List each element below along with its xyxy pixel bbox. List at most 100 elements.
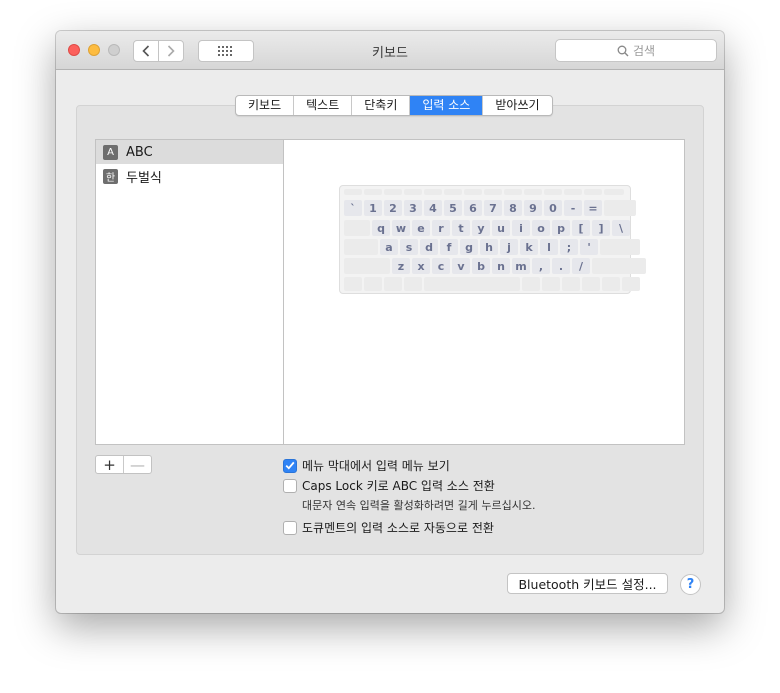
list-item-label: 두벌식 <box>126 170 162 186</box>
keyboard-key: [ <box>572 220 590 236</box>
bluetooth-keyboard-setup-button[interactable]: Bluetooth 키보드 설정... <box>507 573 668 594</box>
keyboard-key: r <box>432 220 450 236</box>
keyboard-key: a <box>380 239 398 255</box>
keyboard-key: ` <box>344 200 362 216</box>
keyboard-blank-key <box>344 220 370 236</box>
keyboard-blank-key <box>544 189 562 195</box>
auto-switch-option[interactable]: 도큐멘트의 입력 소스로 자동으로 전환 <box>283 519 494 536</box>
keyboard-blank-key <box>344 239 378 255</box>
search-icon <box>617 45 629 56</box>
keyboard-blank-key <box>344 189 362 195</box>
add-source-button[interactable]: + <box>96 456 124 474</box>
keyboard-blank-key <box>504 189 522 195</box>
caps-lock-hint: 대문자 연속 입력을 활성화하려면 길게 누르십시오. <box>302 499 536 512</box>
keyboard-blank-key <box>424 277 520 291</box>
keyboard-preview: ` 1 2 3 4 5 6 7 8 9 0- = q w e r t y u i o p[] \ a s d f g h j k l; ' … <box>283 139 685 445</box>
tab-bar: 키보드 텍스트 단축키 입력 소스 받아쓰기 <box>235 95 553 116</box>
keyboard-key: x <box>412 258 430 274</box>
keyboard-key: b <box>472 258 490 274</box>
keyboard-blank-key <box>592 258 646 274</box>
auto-switch-label: 도큐멘트의 입력 소스로 자동으로 전환 <box>302 521 494 535</box>
keyboard-blank-key <box>564 189 582 195</box>
keyboard-key: e <box>412 220 430 236</box>
keyboard-blank-key <box>364 189 382 195</box>
keyboard-key: 7 <box>484 200 502 216</box>
caps-lock-option[interactable]: Caps Lock 키로 ABC 입력 소스 전환 <box>283 477 495 494</box>
keyboard-blank-key <box>584 189 602 195</box>
keyboard-key: q <box>372 220 390 236</box>
keyboard-key: ; <box>560 239 578 255</box>
keyboard-key: w <box>392 220 410 236</box>
keyboard-key: 3 <box>404 200 422 216</box>
keyboard-key: u <box>492 220 510 236</box>
abc-badge-icon: A <box>103 144 118 160</box>
list-item-dubeolsik[interactable]: 한 두벌식 <box>96 164 283 188</box>
keyboard-blank-key <box>522 277 540 291</box>
keyboard-blank-key <box>604 189 624 195</box>
keyboard-blank-key <box>364 277 382 291</box>
keyboard-key: \ <box>612 220 630 236</box>
keyboard-key: 1 <box>364 200 382 216</box>
keyboard-key: l <box>540 239 558 255</box>
keyboard-key: o <box>532 220 550 236</box>
keyboard-key: 5 <box>444 200 462 216</box>
keyboard-blank-key <box>464 189 482 195</box>
show-menu-label: 메뉴 막대에서 입력 메뉴 보기 <box>302 459 450 473</box>
search-placeholder: 검색 <box>632 44 656 58</box>
keyboard-blank-key <box>524 189 542 195</box>
keyboard-blank-key <box>424 189 442 195</box>
show-menu-checkbox[interactable] <box>283 458 297 473</box>
keyboard-key: z <box>392 258 410 274</box>
help-button[interactable]: ? <box>680 574 701 595</box>
keyboard-key: s <box>400 239 418 255</box>
keyboard-blank-key <box>404 189 422 195</box>
show-menu-option[interactable]: 메뉴 막대에서 입력 메뉴 보기 <box>283 457 450 474</box>
tab-text[interactable]: 텍스트 <box>294 96 353 115</box>
keyboard-blank-key <box>384 189 402 195</box>
auto-switch-checkbox[interactable] <box>283 520 297 535</box>
keyboard-layout-image: ` 1 2 3 4 5 6 7 8 9 0- = q w e r t y u i o p[] \ a s d f g h j k l; ' … <box>339 185 646 294</box>
keyboard-key: 2 <box>384 200 402 216</box>
add-remove-control: + — <box>95 455 152 474</box>
keyboard-blank-key <box>384 277 402 291</box>
keyboard-key: . <box>552 258 570 274</box>
keyboard-key: 0 <box>544 200 562 216</box>
keyboard-blank-key <box>582 277 600 291</box>
keyboard-blank-key <box>404 277 422 291</box>
keyboard-key: ] <box>592 220 610 236</box>
keyboard-key: i <box>512 220 530 236</box>
keyboard-key: f <box>440 239 458 255</box>
input-source-list: A ABC 한 두벌식 <box>95 139 284 445</box>
tab-keyboard[interactable]: 키보드 <box>236 96 295 115</box>
keyboard-blank-key <box>444 189 462 195</box>
caps-lock-label: Caps Lock 키로 ABC 입력 소스 전환 <box>302 479 495 493</box>
tab-input-sources[interactable]: 입력 소스 <box>410 96 484 115</box>
keyboard-blank-key <box>484 189 502 195</box>
keyboard-blank-key <box>604 200 636 216</box>
keyboard-key: / <box>572 258 590 274</box>
keyboard-key: p <box>552 220 570 236</box>
list-item-label: ABC <box>126 144 153 160</box>
keyboard-key: - <box>564 200 582 216</box>
keyboard-key: v <box>452 258 470 274</box>
keyboard-blank-key <box>344 258 390 274</box>
keyboard-blank-key <box>600 239 640 255</box>
keyboard-key: 9 <box>524 200 542 216</box>
tab-shortcuts[interactable]: 단축키 <box>352 96 411 115</box>
keyboard-key: n <box>492 258 510 274</box>
caps-lock-checkbox[interactable] <box>283 478 297 493</box>
hangul-badge-icon: 한 <box>103 168 118 184</box>
search-field[interactable]: 검색 <box>555 39 717 62</box>
keyboard-key: 8 <box>504 200 522 216</box>
keyboard-key: g <box>460 239 478 255</box>
keyboard-key: 6 <box>464 200 482 216</box>
remove-source-button[interactable]: — <box>124 456 151 474</box>
tab-dictation[interactable]: 받아쓰기 <box>483 96 551 115</box>
keyboard-key: ' <box>580 239 598 255</box>
list-item-abc[interactable]: A ABC <box>96 140 283 164</box>
preferences-window: 키보드 검색 키보드 텍스트 단축키 입력 소스 받아쓰기 A ABC 한 두벌… <box>56 31 724 613</box>
keyboard-key: d <box>420 239 438 255</box>
keyboard-key: m <box>512 258 530 274</box>
checkmark-icon <box>285 461 295 470</box>
keyboard-blank-key <box>602 277 620 291</box>
